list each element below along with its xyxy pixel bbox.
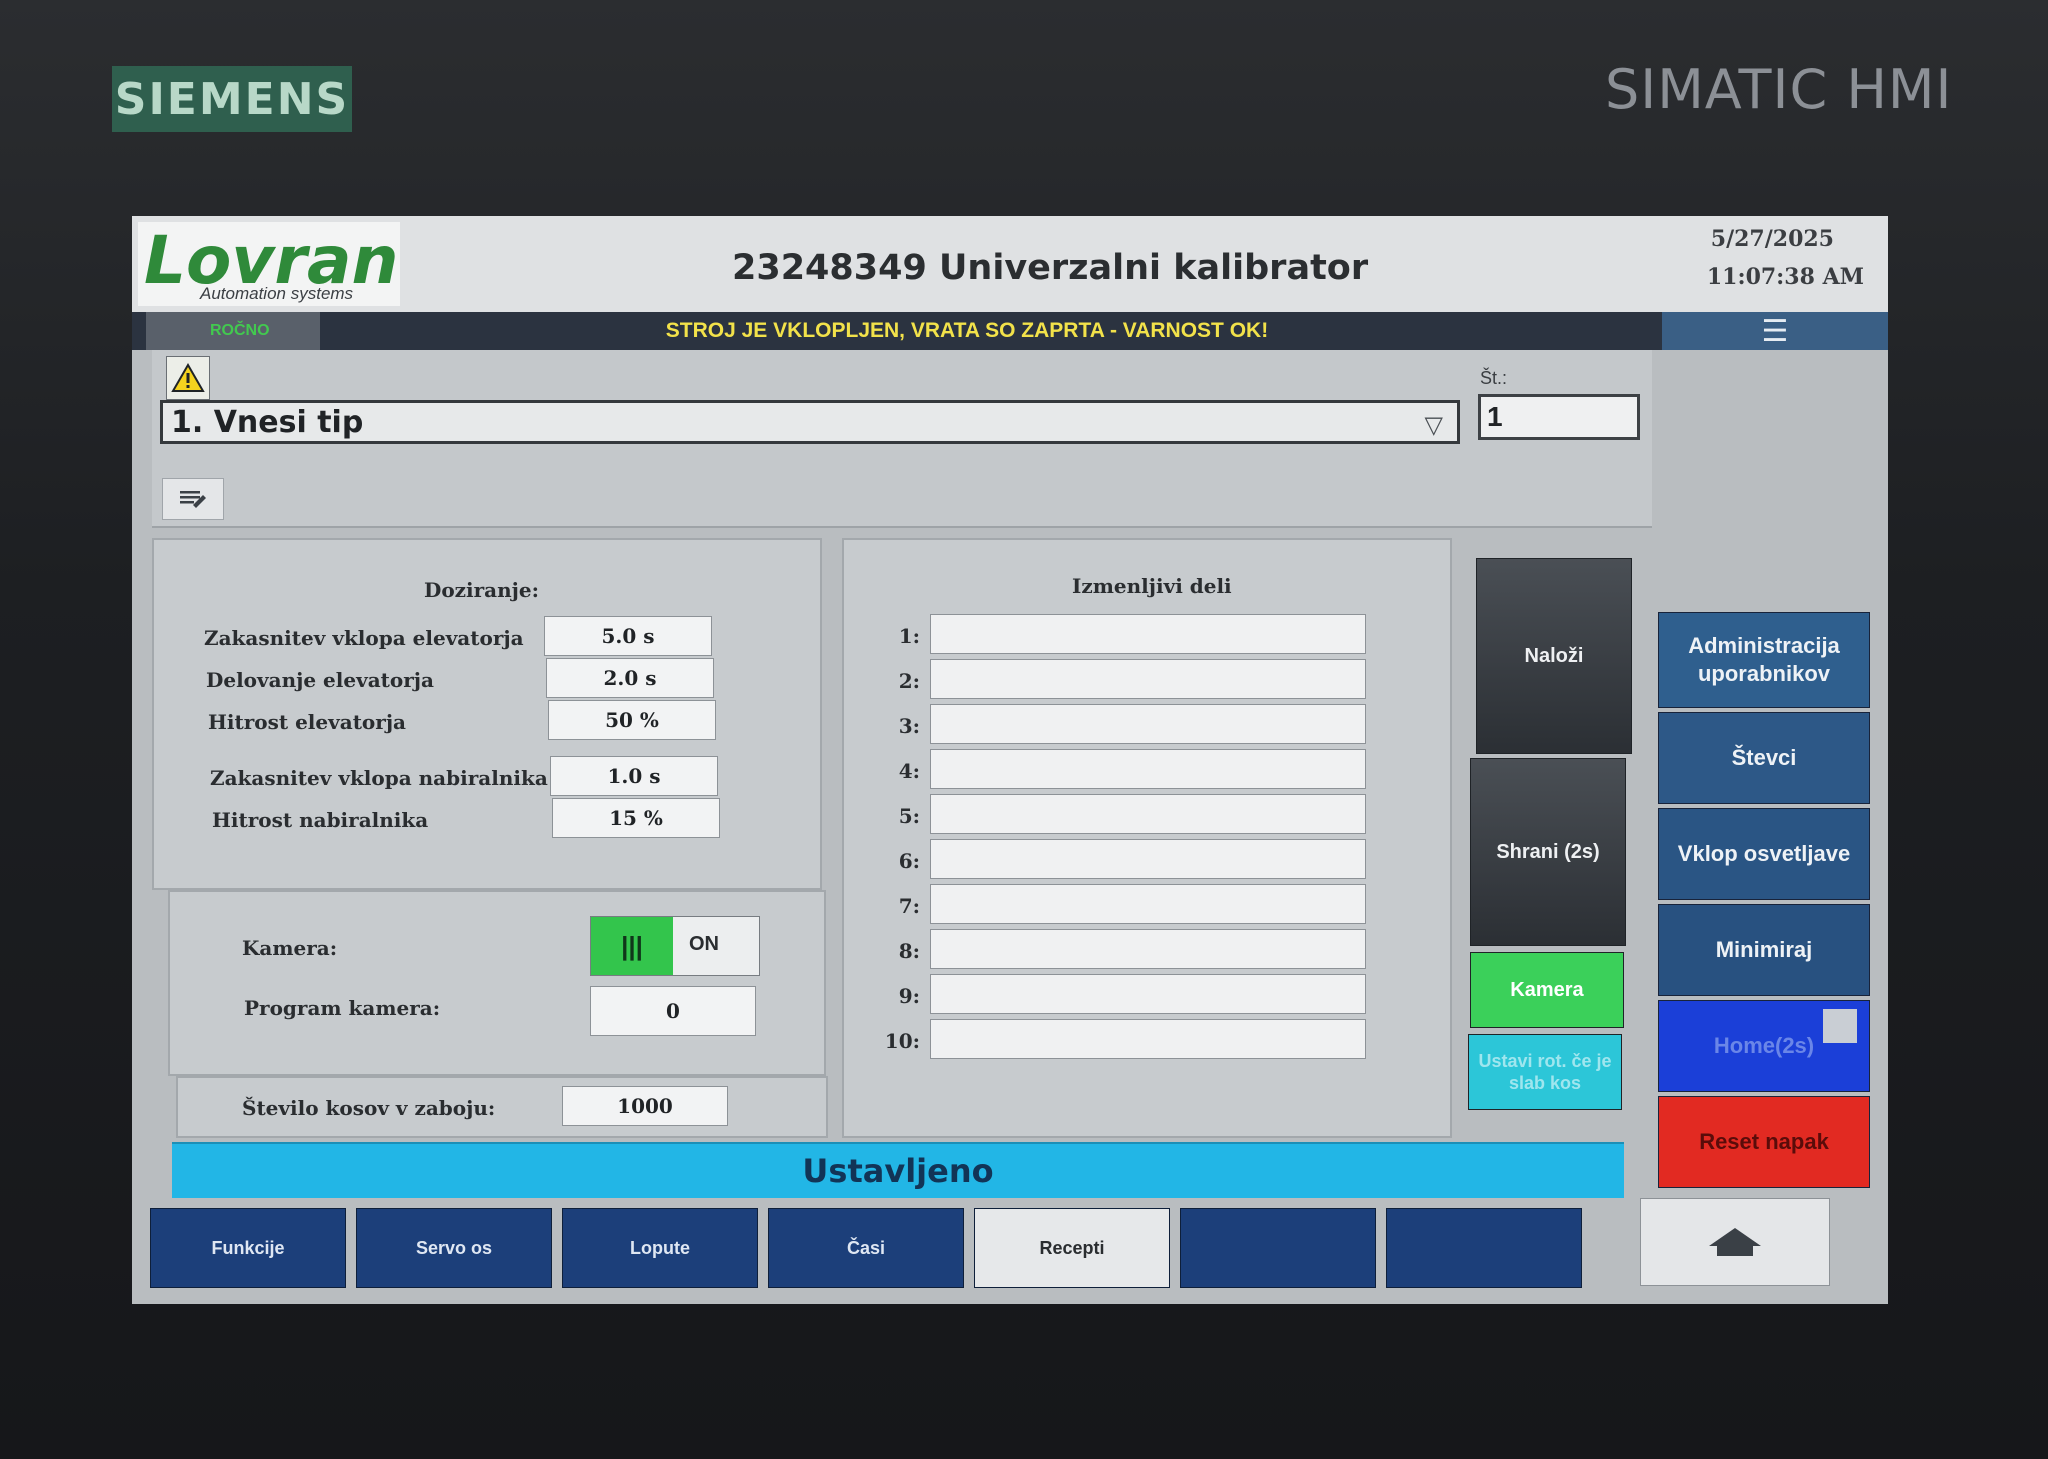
page-title: 23248349 Univerzalni kalibrator xyxy=(732,248,1369,288)
user-admin-button[interactable]: Administracija uporabnikov xyxy=(1658,612,1870,708)
deli-row-label: 4: xyxy=(898,759,920,783)
nav-tab-empty-1[interactable] xyxy=(1180,1208,1376,1288)
indicator-square-icon xyxy=(1823,1009,1857,1043)
model-label: SIMATIC HMI xyxy=(1605,58,1953,121)
kamera-group: Kamera: ||| ON Program kamera: 0 xyxy=(168,890,826,1076)
deli-input-8[interactable] xyxy=(930,929,1366,969)
save-button[interactable]: Shrani (2s) xyxy=(1470,758,1626,946)
home-icon xyxy=(1709,1228,1761,1256)
row-label: Zakasnitev vklopa elevatorja xyxy=(204,626,524,650)
deli-input-6[interactable] xyxy=(930,839,1366,879)
collector-delay-input[interactable]: 1.0 s xyxy=(550,756,718,796)
warning-icon[interactable] xyxy=(166,356,210,400)
type-panel: 1 1. Vnesi tip ▽ Št.: 1 xyxy=(152,350,1652,528)
load-button[interactable]: Naloži xyxy=(1476,558,1632,754)
deli-input-4[interactable] xyxy=(930,749,1366,789)
deli-row-label: 10: xyxy=(884,1029,920,1053)
kamera-label: Kamera: xyxy=(242,936,338,960)
izmenljivi-deli-group: Izmenljivi deli 1: 2: 3: 4: 5: 6: 7: 8: … xyxy=(842,538,1452,1138)
deli-row-label: 3: xyxy=(898,714,920,738)
collector-speed-input[interactable]: 15 % xyxy=(552,798,720,838)
deli-row-label: 5: xyxy=(898,804,920,828)
deli-row-label: 2: xyxy=(898,669,920,693)
toggle-handle-icon: ||| xyxy=(591,917,673,975)
deli-row-label: 8: xyxy=(898,939,920,963)
minimize-button[interactable]: Minimiraj xyxy=(1658,904,1870,996)
camera-button[interactable]: Kamera xyxy=(1470,952,1624,1028)
company-logo: Lovran Automation systems xyxy=(138,222,400,306)
nav-tab-recepti[interactable]: Recepti xyxy=(974,1208,1170,1288)
deli-input-7[interactable] xyxy=(930,884,1366,924)
home-axis-button[interactable]: Home(2s) xyxy=(1658,1000,1870,1092)
lighting-button[interactable]: Vklop osvetljave xyxy=(1658,808,1870,900)
chevron-down-icon: ▽ xyxy=(1424,411,1443,439)
kosov-label: Število kosov v zaboju: xyxy=(242,1096,496,1120)
machine-state-bar: Ustavljeno xyxy=(172,1142,1624,1198)
nav-tab-casi[interactable]: Časi xyxy=(768,1208,964,1288)
status-bar: ROČNO STROJ JE VKLOPLJEN, VRATA SO ZAPRT… xyxy=(132,312,1888,350)
row-label: Zakasnitev vklopa nabiralnika xyxy=(210,766,548,790)
nav-tab-funkcije[interactable]: Funkcije xyxy=(150,1208,346,1288)
st-input[interactable]: 1 xyxy=(1478,394,1640,440)
list-edit-icon xyxy=(180,491,206,508)
hmi-bezel: SIEMENS SIMATIC HMI Lovran Automation sy… xyxy=(0,0,2048,1459)
kosov-input[interactable]: 1000 xyxy=(562,1086,728,1126)
deli-input-1[interactable] xyxy=(930,614,1366,654)
doziranje-title: Doziranje: xyxy=(424,578,540,602)
deli-input-10[interactable] xyxy=(930,1019,1366,1059)
date-display: 5/27/2025 xyxy=(1710,226,1834,252)
izmenljivi-deli-title: Izmenljivi deli xyxy=(1072,574,1232,598)
recipe-list-button[interactable] xyxy=(162,478,224,520)
elevator-duration-input[interactable]: 2.0 s xyxy=(546,658,714,698)
doziranje-group: Doziranje: Zakasnitev vklopa elevatorja … xyxy=(152,538,822,890)
nav-tab-lopute[interactable]: Lopute xyxy=(562,1208,758,1288)
kamera-toggle[interactable]: ||| ON xyxy=(590,916,760,976)
nav-tab-servo-os[interactable]: Servo os xyxy=(356,1208,552,1288)
home-button[interactable] xyxy=(1640,1198,1830,1286)
header: Lovran Automation systems 23248349 Unive… xyxy=(132,216,1888,312)
program-kamera-label: Program kamera: xyxy=(244,996,441,1020)
deli-row-label: 7: xyxy=(898,894,920,918)
type-dropdown[interactable]: 1. Vnesi tip ▽ xyxy=(160,400,1460,444)
elevator-speed-input[interactable]: 50 % xyxy=(548,700,716,740)
type-dropdown-value: 1. Vnesi tip xyxy=(171,404,364,440)
deli-row-label: 1: xyxy=(898,624,920,648)
deli-row-label: 9: xyxy=(898,984,920,1008)
st-label: Št.: xyxy=(1480,368,1508,388)
deli-input-5[interactable] xyxy=(930,794,1366,834)
mode-indicator: ROČNO xyxy=(146,312,320,350)
home-axis-label: Home(2s) xyxy=(1713,1033,1815,1058)
toggle-state-label: ON xyxy=(689,933,719,955)
deli-input-3[interactable] xyxy=(930,704,1366,744)
counters-button[interactable]: Števci xyxy=(1658,712,1870,804)
time-display: 11:07:38 AM xyxy=(1706,264,1864,290)
safety-status-message: STROJ JE VKLOPLJEN, VRATA SO ZAPRTA - VA… xyxy=(665,319,1269,342)
deli-row-label: 6: xyxy=(898,849,920,873)
kosov-group: Število kosov v zaboju: 1000 xyxy=(176,1076,828,1138)
deli-input-2[interactable] xyxy=(930,659,1366,699)
reset-errors-button[interactable]: Reset napak xyxy=(1658,1096,1870,1188)
program-kamera-input[interactable]: 0 xyxy=(590,986,756,1036)
stop-rotation-button[interactable]: Ustavi rot. če je slab kos xyxy=(1468,1034,1622,1110)
deli-input-9[interactable] xyxy=(930,974,1366,1014)
nav-tab-empty-2[interactable] xyxy=(1386,1208,1582,1288)
row-label: Hitrost elevatorja xyxy=(208,710,407,734)
hmi-screen: Lovran Automation systems 23248349 Unive… xyxy=(132,216,1888,1304)
elevator-delay-input[interactable]: 5.0 s xyxy=(544,616,712,656)
menu-icon[interactable]: ☰ xyxy=(1662,312,1888,350)
row-label: Hitrost nabiralnika xyxy=(212,808,429,832)
siemens-logo: SIEMENS xyxy=(112,66,352,132)
row-label: Delovanje elevatorja xyxy=(206,668,434,692)
